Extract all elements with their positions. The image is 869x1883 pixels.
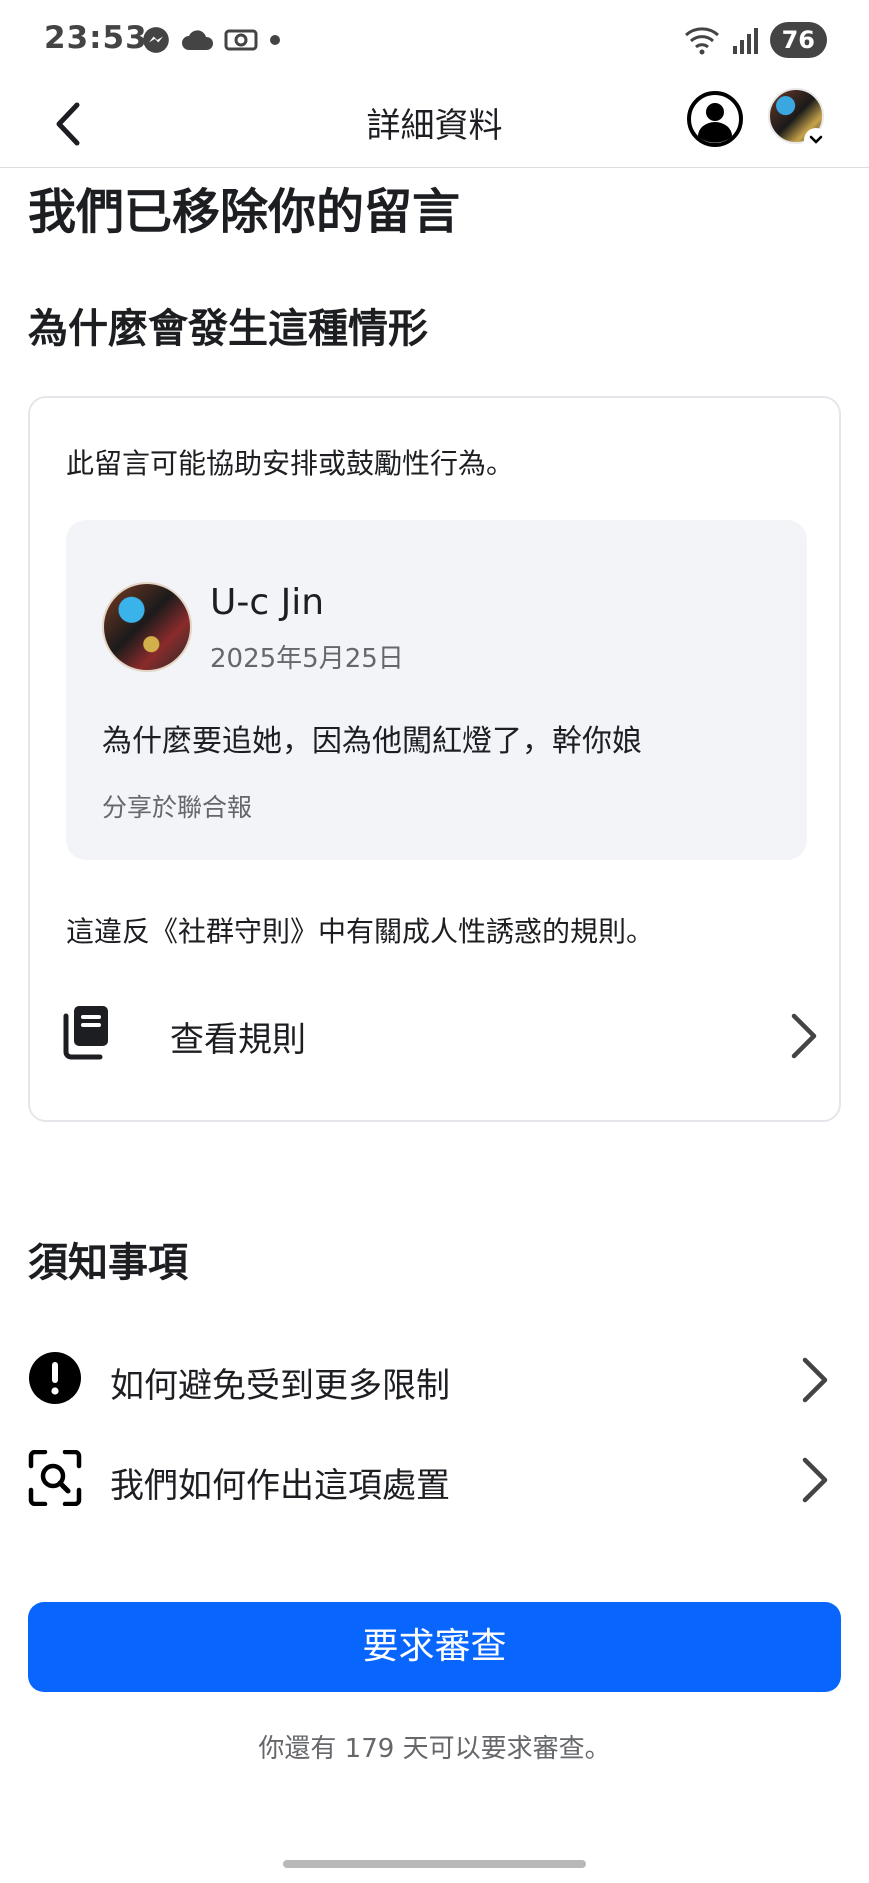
chevron-right-icon (791, 1013, 817, 1059)
removed-comment: U-c Jin 2025年5月25日 為什麼要追她，因為他闖紅燈了，幹你娘 分享… (66, 520, 807, 860)
request-review-button[interactable]: 要求審查 (28, 1602, 841, 1692)
removal-reason-card: 此留言可能協助安排或鼓勵性行為。 U-c Jin 2025年5月25日 為什麼要… (28, 396, 841, 1122)
comment-author-name: U-c Jin (210, 582, 325, 623)
why-heading: 為什麼會發生這種情形 (28, 306, 428, 352)
dot-icon (270, 35, 280, 45)
battery-indicator: 76 (769, 22, 827, 58)
avoid-restrictions-label: 如何避免受到更多限制 (110, 1366, 450, 1406)
view-rules-label: 查看規則 (170, 1020, 306, 1060)
book-icon (63, 1006, 108, 1060)
avoid-restrictions-row[interactable]: 如何避免受到更多限制 (28, 1342, 841, 1418)
removal-description: 此留言可能協助安排或鼓勵性行為。 (66, 447, 515, 480)
status-right-icons: 76 (684, 22, 827, 58)
status-bar: 23:53 76 (0, 0, 869, 80)
scan-search-icon (28, 1450, 82, 1506)
comment-text: 為什麼要追她，因為他闖紅燈了，幹你娘 (102, 724, 642, 759)
status-time: 23:53 (44, 20, 148, 56)
chevron-right-icon (802, 1457, 828, 1503)
wifi-icon (684, 27, 719, 55)
alert-circle-icon (29, 1352, 81, 1404)
page-title: 我們已移除你的留言 (28, 184, 461, 240)
comment-shared-on: 分享於聯合報 (102, 793, 253, 822)
comment-date: 2025年5月25日 (210, 644, 404, 674)
status-left-icons (142, 26, 282, 54)
cloud-icon (182, 30, 214, 50)
profile-switcher-button[interactable] (768, 88, 828, 152)
how-we-decided-row[interactable]: 我們如何作出這項處置 (28, 1442, 841, 1518)
view-rules-row[interactable]: 查看規則 (60, 998, 820, 1070)
notes-heading: 須知事項 (28, 1240, 188, 1286)
messenger-icon (143, 27, 169, 53)
camera-icon (224, 29, 258, 51)
account-circle-icon (687, 91, 743, 147)
chevron-right-icon (802, 1357, 828, 1403)
chevron-down-icon (804, 128, 828, 152)
account-button[interactable] (686, 90, 744, 148)
review-deadline-note: 你還有 179 天可以要求審查。 (258, 1734, 611, 1764)
comment-author-avatar (102, 582, 192, 672)
top-app-bar: 詳細資料 (0, 80, 869, 168)
signal-icon (732, 28, 758, 54)
home-indicator[interactable] (283, 1860, 586, 1868)
how-we-decided-label: 我們如何作出這項處置 (110, 1466, 450, 1506)
violation-text: 這違反《社群守則》中有關成人性誘惑的規則。 (66, 915, 655, 948)
